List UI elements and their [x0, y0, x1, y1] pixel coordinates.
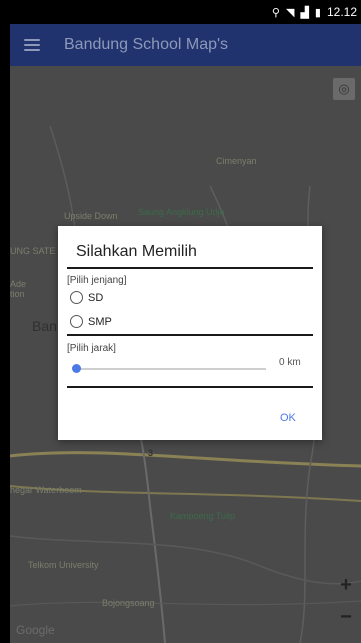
status-bar: ⚲ ◥ ▟ ▮ 12.12 — [0, 0, 361, 24]
distance-value: 0 km — [279, 357, 301, 368]
selection-dialog: Silahkan Memilih [Pilih jenjang] SD SMP … — [58, 226, 322, 440]
map-label: Telkom University — [28, 560, 99, 570]
map-label: Ban — [32, 318, 57, 334]
distance-slider-track[interactable] — [76, 368, 266, 370]
route-badge: 3 — [148, 448, 154, 458]
location-icon: ⚲ — [271, 6, 280, 19]
crosshair-icon: ◎ — [338, 81, 350, 96]
divider — [67, 334, 313, 336]
status-time: 12.12 — [326, 5, 357, 19]
jarak-label: [Pilih jarak] — [67, 343, 116, 354]
zoom-out-button[interactable]: − — [335, 606, 357, 628]
radio-label: SD — [88, 291, 104, 304]
radio-option-smp[interactable]: SMP — [70, 315, 112, 328]
radio-button[interactable] — [70, 315, 83, 328]
radio-button[interactable] — [70, 291, 83, 304]
divider — [67, 386, 313, 388]
map-label: tion — [10, 289, 25, 299]
map-label: Kampoeng Tulip — [170, 511, 236, 521]
google-logo: Google — [16, 623, 55, 637]
divider — [67, 267, 313, 269]
zoom-in-button[interactable]: + — [335, 574, 357, 596]
signal-icon: ▟ — [300, 6, 309, 19]
map-label: UNG SATE — [10, 246, 56, 256]
map-label: Cimenyan — [216, 156, 257, 166]
map-label: hegar Waterboom — [10, 485, 82, 495]
battery-icon: ▮ — [314, 6, 321, 19]
distance-slider-thumb[interactable] — [72, 364, 81, 373]
app-bar: Bandung School Map's — [10, 24, 361, 66]
jenjang-label: [Pilih jenjang] — [67, 275, 127, 286]
radio-label: SMP — [88, 315, 112, 328]
map-label: Upside Down — [64, 211, 118, 221]
my-location-button[interactable]: ◎ — [333, 78, 355, 100]
wifi-icon: ◥ — [285, 6, 295, 19]
ok-button[interactable]: OK — [280, 412, 296, 424]
dialog-title: Silahkan Memilih — [76, 243, 197, 260]
hamburger-menu-icon[interactable] — [24, 39, 40, 51]
map-label: Saung Angklung Udjo — [138, 207, 225, 217]
map-label: Ade — [10, 279, 27, 289]
map-label: Bojongsoang — [102, 598, 155, 608]
radio-option-sd[interactable]: SD — [70, 291, 103, 304]
app-title: Bandung School Map's — [64, 36, 229, 53]
